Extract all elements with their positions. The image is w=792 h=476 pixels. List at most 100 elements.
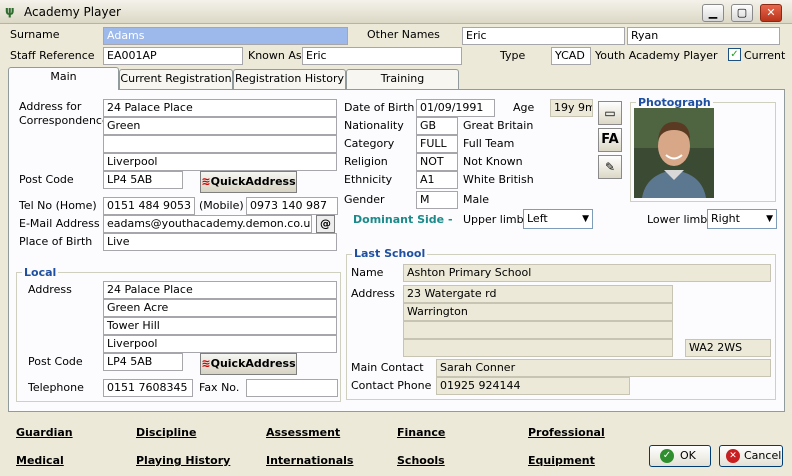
correspondence-address-label: Address for Correspondence: [19, 100, 109, 127]
chevron-down-icon: ▼: [582, 214, 589, 224]
nationality-desc: Great Britain: [463, 119, 534, 132]
quick-address-button[interactable]: ≋QuickAddress: [200, 171, 297, 193]
link-equipment[interactable]: Equipment: [528, 454, 595, 467]
staff-ref-field[interactable]: EA001AP: [103, 47, 243, 65]
address-line-3[interactable]: [103, 135, 337, 153]
link-medical[interactable]: Medical: [16, 454, 64, 467]
gender-code-field[interactable]: M: [416, 191, 458, 209]
upper-limb-select[interactable]: Left ▼: [523, 209, 593, 229]
address-line-4[interactable]: Liverpool: [103, 153, 337, 171]
nationality-label: Nationality: [344, 119, 404, 132]
local-telephone-field[interactable]: 0151 7608345: [103, 379, 193, 397]
ethnicity-desc: White British: [463, 173, 534, 186]
quick-address-icon: ≋: [201, 357, 211, 370]
tel-home-label: Tel No (Home): [19, 199, 97, 212]
school-address-line-2: Warrington: [403, 303, 673, 321]
ok-button[interactable]: ✓ OK: [649, 445, 711, 467]
cancel-button[interactable]: ✕ Cancel: [719, 445, 783, 467]
tab-current-registration[interactable]: Current Registration: [119, 69, 233, 89]
known-as-label: Known As: [248, 49, 302, 62]
fa-button[interactable]: FA: [598, 128, 622, 152]
address-line-2[interactable]: Green: [103, 117, 337, 135]
id-card-icon[interactable]: ▭: [598, 101, 622, 125]
place-of-birth-label: Place of Birth: [19, 235, 93, 248]
religion-code-field[interactable]: NOT: [416, 153, 458, 171]
dob-field[interactable]: 01/09/1991: [416, 99, 495, 117]
local-telephone-label: Telephone: [28, 381, 84, 394]
person-photo-icon: [634, 108, 714, 198]
link-guardian[interactable]: Guardian: [16, 426, 73, 439]
cancel-icon: ✕: [726, 449, 740, 463]
dominant-side-title: Dominant Side -: [353, 213, 453, 226]
category-desc: Full Team: [463, 137, 515, 150]
school-postcode-field: WA2 2WS: [685, 339, 771, 357]
quick-address-label: QuickAddress: [210, 357, 296, 370]
cancel-label: Cancel: [744, 449, 782, 462]
age-label: Age: [513, 101, 535, 114]
contact-phone-label: Contact Phone: [351, 379, 432, 392]
chevron-down-icon: ▼: [766, 214, 773, 224]
last-school-title: Last School: [352, 247, 428, 260]
gender-label: Gender: [344, 193, 385, 206]
quick-address-icon: ≋: [201, 175, 211, 188]
document-edit-icon[interactable]: ✎: [598, 155, 622, 179]
lower-limb-value: Right: [711, 212, 740, 225]
postcode-field[interactable]: LP4 5AB: [103, 171, 183, 189]
other-name-1-field[interactable]: Eric: [462, 27, 625, 45]
school-name-field: Ashton Primary School: [403, 264, 771, 282]
tel-home-field[interactable]: 0151 484 9053: [103, 197, 195, 215]
category-code-field[interactable]: FULL: [416, 135, 458, 153]
email-field[interactable]: eadams@youthacademy.demon.co.uk: [103, 215, 312, 233]
tab-main[interactable]: Main: [8, 67, 119, 90]
local-address-label: Address: [28, 283, 72, 296]
maximize-icon[interactable]: ▢: [731, 4, 753, 22]
local-postcode-label: Post Code: [28, 355, 83, 368]
player-photograph: [634, 108, 714, 198]
place-of-birth-field[interactable]: Live: [103, 233, 337, 251]
lower-limb-select[interactable]: Right ▼: [707, 209, 777, 229]
local-address-line-1[interactable]: 24 Palace Place: [103, 281, 337, 299]
school-name-label: Name: [351, 266, 384, 279]
link-schools[interactable]: Schools: [397, 454, 445, 467]
mobile-field[interactable]: 0973 140 987: [246, 197, 338, 215]
local-address-line-3[interactable]: Tower Hill: [103, 317, 337, 335]
link-internationals[interactable]: Internationals: [266, 454, 353, 467]
type-desc: Youth Academy Player: [595, 49, 718, 62]
upper-limb-label: Upper limb: [463, 213, 524, 226]
ethnicity-code-field[interactable]: A1: [416, 171, 458, 189]
local-quick-address-button[interactable]: ≋QuickAddress: [200, 353, 297, 375]
local-postcode-field[interactable]: LP4 5AB: [103, 353, 183, 371]
other-names-label: Other Names: [367, 28, 440, 41]
known-as-field[interactable]: Eric: [302, 47, 462, 65]
local-address-line-2[interactable]: Green Acre: [103, 299, 337, 317]
religion-desc: Not Known: [463, 155, 523, 168]
close-icon[interactable]: ✕: [760, 4, 782, 22]
tab-training[interactable]: Training: [346, 69, 459, 89]
school-address-label: Address: [351, 287, 395, 300]
link-finance[interactable]: Finance: [397, 426, 445, 439]
email-send-icon[interactable]: @: [316, 215, 335, 233]
minimize-icon[interactable]: ▁: [702, 4, 724, 22]
category-label: Category: [344, 137, 395, 150]
link-professional[interactable]: Professional: [528, 426, 605, 439]
link-discipline[interactable]: Discipline: [136, 426, 196, 439]
dob-label: Date of Birth: [344, 101, 415, 114]
school-address-line-4: [403, 339, 673, 357]
current-label: Current: [744, 49, 786, 62]
current-checkbox[interactable]: ✓: [728, 48, 741, 61]
surname-field[interactable]: Adams: [103, 27, 348, 45]
email-label: E-Mail Address: [19, 217, 100, 230]
ethnicity-label: Ethnicity: [344, 173, 393, 186]
tab-registration-history[interactable]: Registration History: [233, 69, 346, 89]
fax-field[interactable]: [246, 379, 338, 397]
staff-ref-label: Staff Reference: [10, 49, 95, 62]
other-name-2-field[interactable]: Ryan: [627, 27, 780, 45]
nationality-code-field[interactable]: GB: [416, 117, 458, 135]
link-playing-history[interactable]: Playing History: [136, 454, 230, 467]
contact-phone-field: 01925 924144: [436, 377, 630, 395]
link-assessment[interactable]: Assessment: [266, 426, 340, 439]
fax-label: Fax No.: [199, 381, 240, 394]
address-line-1[interactable]: 24 Palace Place: [103, 99, 337, 117]
local-address-line-4[interactable]: Liverpool: [103, 335, 337, 353]
type-code-field[interactable]: YCAD: [551, 47, 591, 65]
